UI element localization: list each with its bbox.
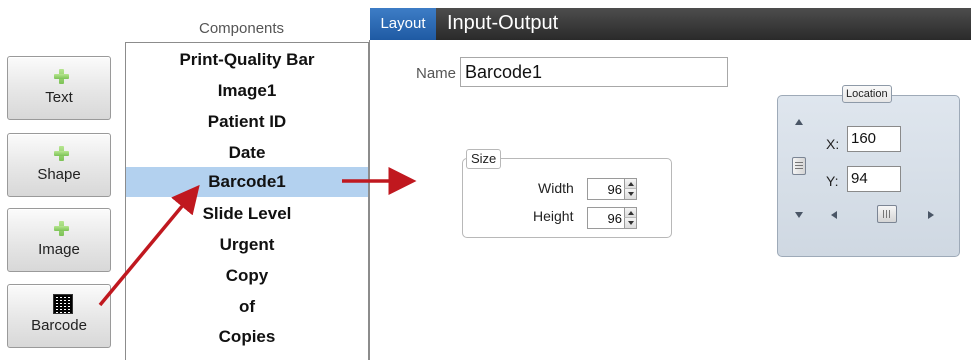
scroll-right-icon[interactable] — [928, 211, 934, 219]
size-group — [462, 158, 672, 238]
list-item[interactable]: Slide Level — [126, 199, 368, 229]
tab-bar: Layout Input-Output — [370, 8, 971, 40]
name-label: Name — [416, 65, 457, 82]
spin-up-icon[interactable] — [624, 208, 636, 218]
components-title: Components — [199, 20, 285, 37]
width-stepper[interactable]: 96 — [587, 178, 637, 200]
barcode-icon — [53, 294, 73, 314]
plus-icon — [54, 69, 69, 84]
add-barcode-label: Barcode — [31, 317, 87, 334]
location-legend: Location — [842, 85, 892, 103]
spin-down-icon[interactable] — [624, 189, 636, 199]
add-barcode-button[interactable]: Barcode — [7, 284, 111, 348]
components-list: Print-Quality Bar Image1 Patient ID Date… — [125, 42, 369, 360]
list-item[interactable]: of — [126, 292, 368, 322]
add-image-button[interactable]: Image — [7, 208, 111, 272]
height-value: 96 — [607, 211, 622, 226]
scroll-down-icon[interactable] — [795, 212, 803, 218]
height-stepper[interactable]: 96 — [587, 207, 637, 229]
add-text-label: Text — [45, 89, 73, 106]
horizontal-scroll-thumb[interactable] — [877, 205, 897, 223]
panel-divider — [369, 40, 370, 360]
width-label: Width — [538, 180, 574, 196]
spin-up-icon[interactable] — [624, 179, 636, 189]
scroll-up-icon[interactable] — [795, 119, 803, 125]
name-input[interactable]: Barcode1 — [460, 57, 728, 87]
spin-down-icon[interactable] — [624, 218, 636, 228]
list-item-selected[interactable]: Barcode1 — [126, 167, 368, 197]
y-input[interactable]: 94 — [847, 166, 901, 192]
plus-icon — [54, 221, 69, 236]
list-item[interactable]: Image1 — [126, 76, 368, 106]
plus-icon — [54, 146, 69, 161]
list-item[interactable]: Urgent — [126, 230, 368, 260]
add-shape-button[interactable]: Shape — [7, 133, 111, 197]
x-input[interactable]: 160 — [847, 126, 901, 152]
grip-icon — [795, 162, 803, 170]
tab-layout[interactable]: Layout — [370, 8, 436, 40]
add-shape-label: Shape — [37, 166, 81, 183]
size-legend: Size — [466, 149, 502, 169]
list-item[interactable]: Patient ID — [126, 107, 368, 137]
add-text-button[interactable]: Text — [7, 56, 111, 120]
grip-icon — [883, 210, 891, 218]
list-item[interactable]: Date — [126, 138, 368, 168]
vertical-scroll-thumb[interactable] — [792, 157, 806, 175]
list-item[interactable]: Print-Quality Bar — [126, 45, 368, 75]
width-value: 96 — [607, 182, 622, 197]
add-image-label: Image — [38, 241, 80, 258]
tab-input-output[interactable]: Input-Output — [447, 8, 558, 40]
height-label: Height — [533, 208, 574, 224]
scroll-left-icon[interactable] — [831, 211, 837, 219]
x-label: X: — [826, 136, 840, 152]
y-label: Y: — [826, 173, 839, 189]
list-item[interactable]: Copies — [126, 322, 368, 352]
list-item[interactable]: Copy — [126, 261, 368, 291]
